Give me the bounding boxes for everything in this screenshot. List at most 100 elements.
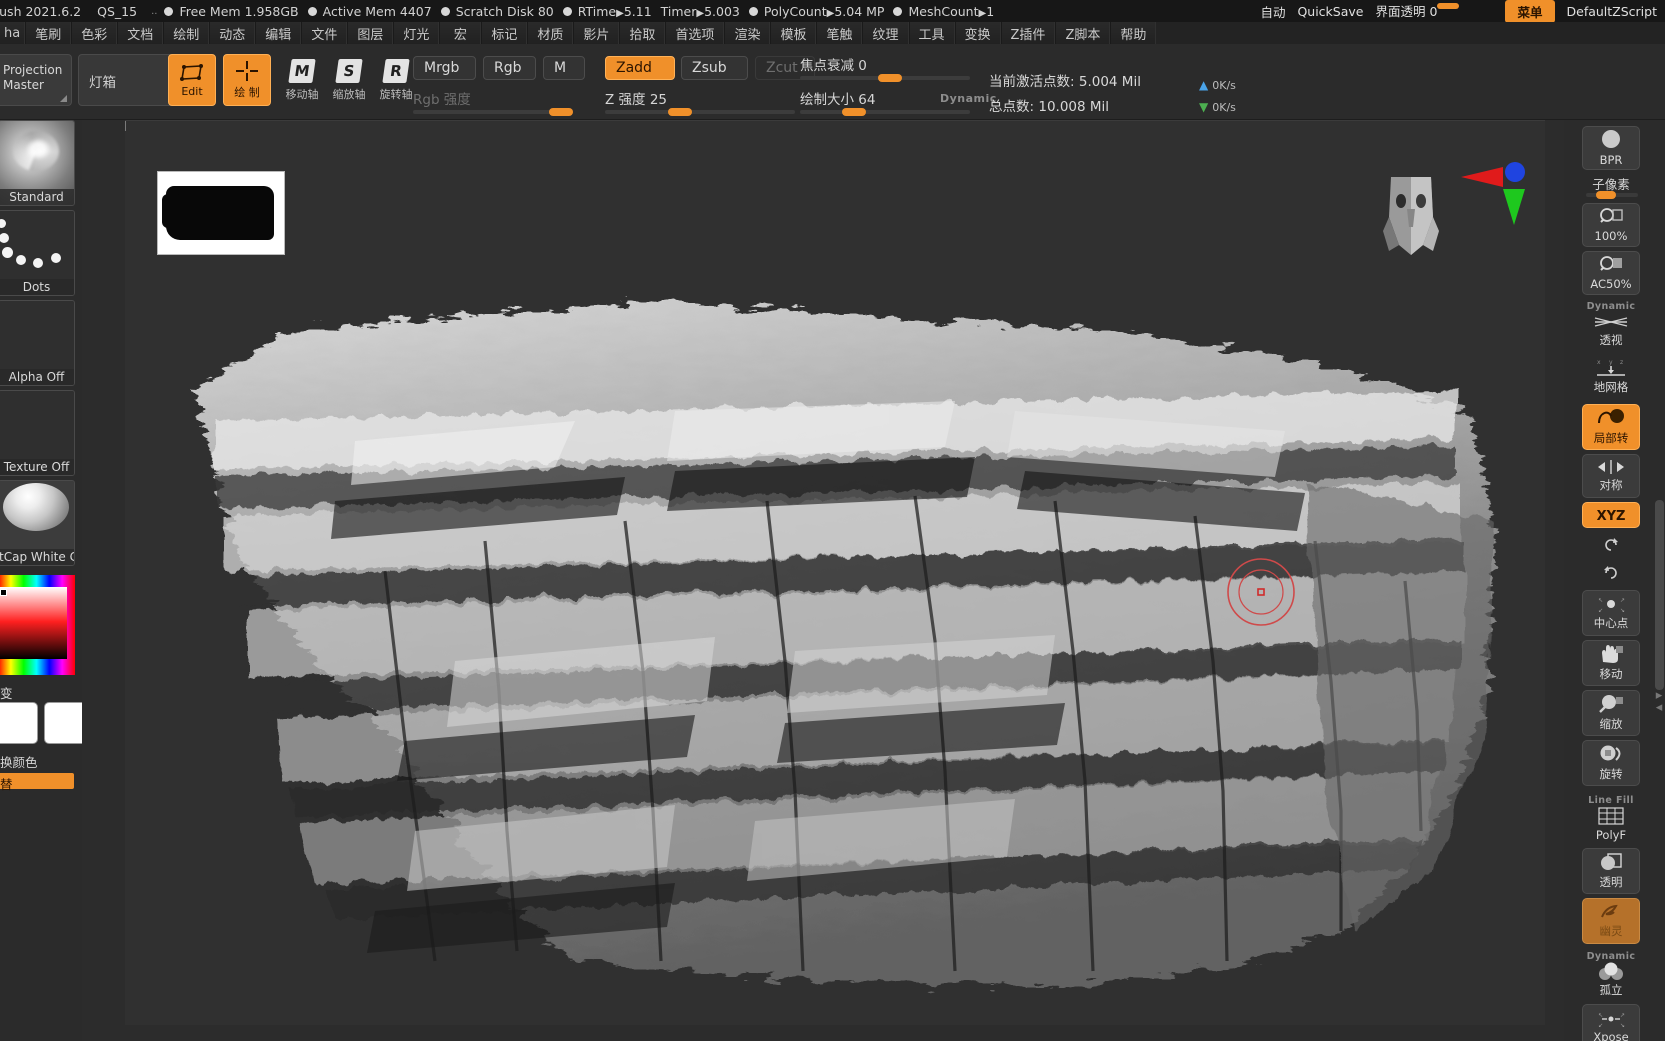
menu-item-stencil[interactable]: 模板 bbox=[770, 22, 817, 44]
saturation-value-square[interactable] bbox=[0, 587, 67, 659]
material-selector[interactable]: tCap White C bbox=[0, 480, 75, 566]
menu-item-preferences[interactable]: 首选项 bbox=[665, 22, 725, 44]
menu-item-marker[interactable]: 标记 bbox=[481, 22, 528, 44]
menu-item-color[interactable]: 色彩 bbox=[71, 22, 118, 44]
draw-button[interactable]: 绘 制 bbox=[223, 54, 271, 106]
menu-item-material[interactable]: 材质 bbox=[527, 22, 574, 44]
menu-item-stroke[interactable]: 笔触 bbox=[816, 22, 863, 44]
focal-shift-track[interactable] bbox=[800, 74, 970, 82]
stat-free-mem[interactable]: Free Mem 1.958GB bbox=[164, 4, 299, 19]
xpose-button[interactable]: ↖ ↗ ↙ ↘ Xpose bbox=[1582, 1004, 1640, 1041]
rotate-ccw-button[interactable] bbox=[1582, 560, 1640, 586]
color-cursor-icon[interactable] bbox=[0, 589, 7, 596]
symmetry-button[interactable]: 对称 bbox=[1582, 454, 1640, 498]
menu-item-movie[interactable]: 影片 bbox=[573, 22, 620, 44]
xyz-button[interactable]: XYZ bbox=[1582, 502, 1640, 528]
total-points-value: 10.008 Mil bbox=[1038, 99, 1110, 115]
draw-size-knob[interactable] bbox=[842, 108, 866, 116]
texture-selector[interactable]: Texture Off bbox=[0, 390, 75, 476]
aahalf-button[interactable]: AC50% bbox=[1582, 251, 1640, 295]
menu-item-render[interactable]: 渲染 bbox=[724, 22, 771, 44]
menu-item-file[interactable]: 文件 bbox=[301, 22, 348, 44]
brush-selector[interactable]: Standard bbox=[0, 120, 75, 206]
zoom-100-button[interactable]: 100% bbox=[1582, 203, 1640, 247]
color-picker[interactable] bbox=[0, 575, 75, 675]
rotate-button[interactable]: 旋转 bbox=[1582, 740, 1640, 786]
menu-item-layer[interactable]: 图层 bbox=[347, 22, 394, 44]
m-button[interactable]: M bbox=[543, 56, 585, 80]
quicksave-button[interactable]: QuickSave bbox=[1297, 4, 1363, 19]
ghost-button[interactable]: 幽灵 bbox=[1582, 898, 1640, 944]
rgb-intensity-knob[interactable] bbox=[549, 108, 573, 116]
sculpt-mesh-viewport[interactable] bbox=[155, 271, 1545, 1001]
menu-item-help[interactable]: 帮助 bbox=[1110, 22, 1157, 44]
menu-item-brush[interactable]: 笔刷 bbox=[25, 22, 72, 44]
axis-gizmo[interactable] bbox=[1459, 159, 1531, 239]
stat-rtime[interactable]: RTime▶5.11 bbox=[562, 4, 652, 19]
rgb-intensity-slider[interactable]: Rgb 强度 bbox=[413, 88, 573, 116]
menu-item-zplugin[interactable]: Z插件 bbox=[1000, 22, 1056, 44]
z-intensity-track[interactable] bbox=[605, 108, 795, 116]
zsub-button[interactable]: Zsub bbox=[681, 56, 748, 80]
zadd-button[interactable]: Zadd bbox=[605, 56, 675, 80]
switch-color-label[interactable]: 换颜色 bbox=[0, 752, 38, 771]
primary-color-swatch[interactable] bbox=[0, 702, 38, 744]
rgb-button[interactable]: Rgb bbox=[483, 56, 536, 80]
menu-item-light[interactable]: 灯光 bbox=[393, 22, 440, 44]
menu-item-macro[interactable]: 宏 bbox=[439, 22, 482, 44]
right-palette-collapse-arrows[interactable]: ▸ ◂ bbox=[1653, 689, 1665, 730]
local-transform-button[interactable]: 局部转 bbox=[1582, 404, 1640, 450]
bpr-button[interactable]: BPR bbox=[1582, 126, 1640, 170]
solo-button[interactable]: Dynamic 孤立 bbox=[1582, 948, 1640, 1000]
rotate-label: 旋转 bbox=[1599, 767, 1623, 781]
perspective-button[interactable]: Dynamic 透视 bbox=[1582, 299, 1640, 349]
mrgb-button[interactable]: Mrgb bbox=[413, 56, 476, 80]
canvas-area[interactable] bbox=[82, 120, 1564, 1041]
menu-item-transform[interactable]: 变换 bbox=[954, 22, 1001, 44]
subpixel-knob[interactable] bbox=[1596, 191, 1616, 199]
transparency-button[interactable]: 透明 bbox=[1582, 848, 1640, 894]
menu-item-picker[interactable]: 拾取 bbox=[619, 22, 666, 44]
move-button[interactable]: 移动 bbox=[1582, 640, 1640, 686]
focal-shift-slider[interactable]: 焦点衰减 0 bbox=[800, 54, 970, 82]
stat-active-mem[interactable]: Active Mem 4407 bbox=[307, 4, 432, 19]
right-palette-scrollbar[interactable] bbox=[1655, 500, 1664, 690]
auto-save-toggle[interactable]: 自动 bbox=[1260, 2, 1285, 21]
stat-scratch-disk[interactable]: Scratch Disk 80 bbox=[440, 4, 554, 19]
z-intensity-slider[interactable]: Z 强度 25 bbox=[605, 88, 795, 116]
polyframe-button[interactable]: Line Fill PolyF bbox=[1582, 792, 1640, 844]
menu-item-texture[interactable]: 纹理 bbox=[862, 22, 909, 44]
scale-axis-button[interactable]: S 缩放轴 bbox=[325, 54, 373, 106]
menu-item-zscript[interactable]: Z脚本 bbox=[1055, 22, 1111, 44]
draw-size-track[interactable] bbox=[800, 108, 970, 116]
stat-timer[interactable]: Timer▶5.003 bbox=[661, 4, 740, 19]
menu-item-document[interactable]: 文档 bbox=[117, 22, 164, 44]
stat-meshcount[interactable]: MeshCount▶1 bbox=[893, 4, 994, 19]
zscript-name-label[interactable]: DefaultZScript bbox=[1567, 4, 1658, 19]
scale-button[interactable]: 缩放 bbox=[1582, 690, 1640, 736]
center-point-button[interactable]: ↖ ↗ ↙ ↘ 中心点 bbox=[1582, 590, 1640, 636]
rgb-intensity-track[interactable] bbox=[413, 108, 573, 116]
menu-item-draw[interactable]: 绘制 bbox=[163, 22, 210, 44]
menu-button[interactable]: 菜单 bbox=[1505, 0, 1555, 23]
menu-item-tool[interactable]: 工具 bbox=[908, 22, 955, 44]
focal-shift-knob[interactable] bbox=[878, 74, 902, 82]
alpha-selector[interactable]: Alpha Off bbox=[0, 300, 75, 386]
edit-button[interactable]: Edit bbox=[168, 54, 216, 106]
ui-transparency-slider[interactable]: 界面透明 0 bbox=[1375, 2, 1493, 19]
z-intensity-knob[interactable] bbox=[668, 108, 692, 116]
orientation-head-gizmo[interactable] bbox=[1371, 159, 1451, 269]
projection-master-button[interactable]: Projection Master bbox=[0, 54, 72, 106]
rotate-cw-button[interactable] bbox=[1582, 532, 1640, 558]
subpixel-slider[interactable] bbox=[1586, 191, 1638, 199]
menu-item-alpha[interactable]: ha bbox=[0, 22, 26, 44]
menu-item-edit[interactable]: 编辑 bbox=[255, 22, 302, 44]
menu-item-dynamics[interactable]: 动态 bbox=[209, 22, 256, 44]
ui-transparency-knob[interactable] bbox=[1437, 2, 1460, 9]
stat-polycount[interactable]: PolyCount▶5.04 MP bbox=[748, 4, 884, 19]
titlebar: rush 2021.6.2 QS_15 .. Free Mem 1.958GB … bbox=[0, 0, 1665, 23]
document-surface[interactable] bbox=[125, 120, 1545, 1025]
floor-grid-button[interactable]: x y z 地网格 bbox=[1582, 352, 1640, 400]
move-axis-button[interactable]: M 移动轴 bbox=[278, 54, 326, 106]
stroke-selector[interactable]: Dots bbox=[0, 210, 75, 296]
